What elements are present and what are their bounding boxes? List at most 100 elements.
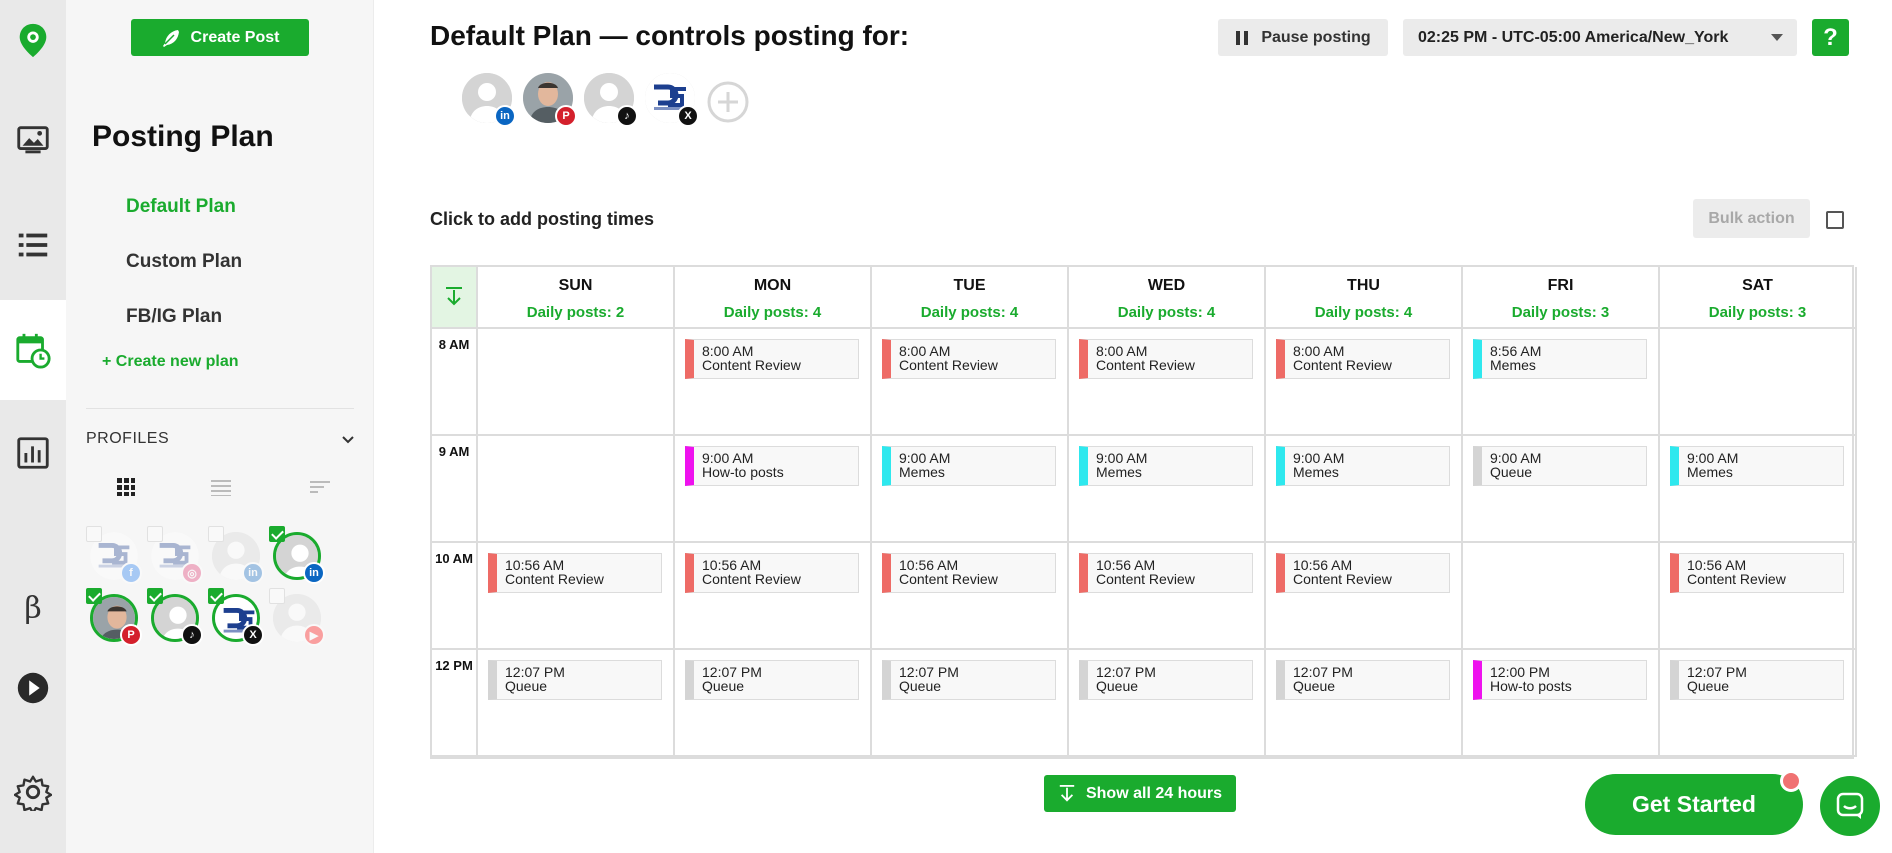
posting-time-slot[interactable]: 9:00 AM Memes <box>1670 446 1844 486</box>
posting-time-slot[interactable]: 10:56 AM Content Review <box>1079 553 1253 593</box>
posting-time-slot[interactable]: 10:56 AM Content Review <box>1670 553 1844 593</box>
profile-checkbox[interactable] <box>269 588 285 604</box>
plan-avatar-linkedin[interactable]: in <box>462 73 516 127</box>
profile-checkbox[interactable] <box>86 526 102 542</box>
calendar-cell[interactable]: 8:00 AM Content Review <box>675 329 872 436</box>
sort-icon[interactable] <box>308 475 332 499</box>
calendar-cell[interactable]: 12:07 PM Queue <box>1660 650 1857 757</box>
list-view-icon[interactable] <box>209 475 233 499</box>
posting-time-slot[interactable]: 12:07 PM Queue <box>1276 660 1450 700</box>
get-started-button[interactable]: Get Started <box>1585 774 1803 835</box>
posting-time-slot[interactable]: 12:07 PM Queue <box>882 660 1056 700</box>
posting-time-slot[interactable]: 12:07 PM Queue <box>685 660 859 700</box>
posting-time-slot[interactable]: 9:00 AM Queue <box>1473 446 1647 486</box>
help-button[interactable]: ? <box>1812 19 1849 56</box>
calendar-cell[interactable]: 9:00 AM Memes <box>1660 436 1857 543</box>
show-all-hours-button[interactable]: Show all 24 hours <box>1044 775 1236 812</box>
calendar-clock-icon[interactable] <box>0 300 66 400</box>
profile-avatar-youtube[interactable]: ▶ <box>269 588 325 646</box>
posting-time-slot[interactable]: 9:00 AM How-to posts <box>685 446 859 486</box>
calendar-cell[interactable]: 9:00 AM Memes <box>872 436 1069 543</box>
calendar-cell[interactable]: 10:56 AM Content Review <box>1266 543 1463 650</box>
bulk-action-button[interactable]: Bulk action <box>1693 199 1810 238</box>
chevron-down-icon[interactable] <box>340 432 356 448</box>
calendar-cell[interactable]: 8:00 AM Content Review <box>1069 329 1266 436</box>
post-list-icon[interactable] <box>0 215 66 275</box>
calendar-cell[interactable]: 12:07 PM Queue <box>872 650 1069 757</box>
calendar-cell[interactable]: 9:00 AM Memes <box>1266 436 1463 543</box>
chat-support-button[interactable] <box>1820 776 1880 836</box>
profile-checkbox[interactable] <box>208 526 224 542</box>
calendar-cell[interactable] <box>478 436 675 543</box>
calendar-cell[interactable]: 10:56 AM Content Review <box>872 543 1069 650</box>
select-all-checkbox[interactable] <box>1826 211 1844 229</box>
plan-custom[interactable]: Custom Plan <box>126 251 242 273</box>
pause-posting-button[interactable]: Pause posting <box>1218 19 1388 56</box>
profile-avatar-instagram[interactable]: ◎ <box>147 526 203 584</box>
beta-icon[interactable]: β <box>0 578 66 638</box>
posting-time-slot[interactable]: 8:00 AM Content Review <box>685 339 859 379</box>
posting-time-slot[interactable]: 12:07 PM Queue <box>488 660 662 700</box>
play-icon[interactable] <box>0 658 66 718</box>
calendar-cell[interactable]: 10:56 AM Content Review <box>1069 543 1266 650</box>
posting-time-slot[interactable]: 12:00 PM How-to posts <box>1473 660 1647 700</box>
calendar-cell[interactable]: 12:00 PM How-to posts <box>1463 650 1660 757</box>
posting-time-slot[interactable]: 8:00 AM Content Review <box>1079 339 1253 379</box>
posting-time-slot[interactable]: 9:00 AM Memes <box>882 446 1056 486</box>
profile-avatar-linkedin[interactable]: in <box>208 526 264 584</box>
calendar-cell[interactable]: 10:56 AM Content Review <box>478 543 675 650</box>
plan-default[interactable]: Default Plan <box>126 196 236 218</box>
calendar-cell[interactable]: 8:00 AM Content Review <box>872 329 1069 436</box>
calendar-cell[interactable]: 9:00 AM Queue <box>1463 436 1660 543</box>
calendar-cell[interactable]: 12:07 PM Queue <box>478 650 675 757</box>
profile-avatar-x[interactable]: X <box>208 588 264 646</box>
calendar-cell[interactable]: 12:07 PM Queue <box>675 650 872 757</box>
calendar-cell[interactable]: 9:00 AM Memes <box>1069 436 1266 543</box>
analytics-icon[interactable] <box>0 423 66 483</box>
profile-checkbox[interactable] <box>269 526 285 542</box>
profile-checkbox[interactable] <box>147 588 163 604</box>
posting-time-slot[interactable]: 10:56 AM Content Review <box>685 553 859 593</box>
plan-avatar-tiktok[interactable]: ♪ <box>584 73 638 127</box>
media-library-icon[interactable] <box>0 110 66 170</box>
create-new-plan-link[interactable]: + Create new plan <box>102 353 239 371</box>
calendar-cell[interactable] <box>478 329 675 436</box>
profile-checkbox[interactable] <box>208 588 224 604</box>
calendar-cell[interactable]: 12:07 PM Queue <box>1069 650 1266 757</box>
settings-gear-icon[interactable] <box>0 762 66 822</box>
profile-avatar-pinterest[interactable]: P <box>86 588 142 646</box>
posting-time-slot[interactable]: 12:07 PM Queue <box>1079 660 1253 700</box>
calendar-cell[interactable] <box>1463 543 1660 650</box>
logo-pin-icon[interactable] <box>0 10 66 70</box>
profile-avatar-facebook[interactable]: f <box>86 526 142 584</box>
calendar-cell[interactable]: 8:56 AM Memes <box>1463 329 1660 436</box>
add-profile-icon[interactable] <box>706 80 750 124</box>
posting-time-slot[interactable]: 10:56 AM Content Review <box>488 553 662 593</box>
posting-time-slot[interactable]: 8:56 AM Memes <box>1473 339 1647 379</box>
profile-avatar-tiktok[interactable]: ♪ <box>147 588 203 646</box>
posting-time-slot[interactable]: 10:56 AM Content Review <box>882 553 1056 593</box>
profile-avatar-linkedin[interactable]: in <box>269 526 325 584</box>
posting-time-slot[interactable]: 8:00 AM Content Review <box>882 339 1056 379</box>
grid-view-icon[interactable] <box>114 475 138 499</box>
plan-fb-ig[interactable]: FB/IG Plan <box>126 306 222 328</box>
posting-time-slot[interactable]: 12:07 PM Queue <box>1670 660 1844 700</box>
calendar-cell[interactable] <box>1660 329 1857 436</box>
calendar-cell[interactable]: 12:07 PM Queue <box>1266 650 1463 757</box>
create-post-button[interactable]: Create Post <box>131 19 309 56</box>
posting-time-slot[interactable]: 9:00 AM Memes <box>1276 446 1450 486</box>
posting-time-slot[interactable]: 9:00 AM Memes <box>1079 446 1253 486</box>
posting-time-slot[interactable]: 8:00 AM Content Review <box>1276 339 1450 379</box>
calendar-cell[interactable]: 10:56 AM Content Review <box>1660 543 1857 650</box>
posting-time-slot[interactable]: 10:56 AM Content Review <box>1276 553 1450 593</box>
slot-category: Queue <box>505 678 548 694</box>
plan-avatar-x[interactable]: X <box>645 73 699 127</box>
expand-hours-icon[interactable] <box>432 267 478 329</box>
plan-avatar-pinterest[interactable]: P <box>523 73 577 127</box>
profile-checkbox[interactable] <box>86 588 102 604</box>
calendar-cell[interactable]: 9:00 AM How-to posts <box>675 436 872 543</box>
calendar-cell[interactable]: 8:00 AM Content Review <box>1266 329 1463 436</box>
calendar-cell[interactable]: 10:56 AM Content Review <box>675 543 872 650</box>
profile-checkbox[interactable] <box>147 526 163 542</box>
timezone-select[interactable]: 02:25 PM - UTC-05:00 America/New_York <box>1403 19 1797 56</box>
